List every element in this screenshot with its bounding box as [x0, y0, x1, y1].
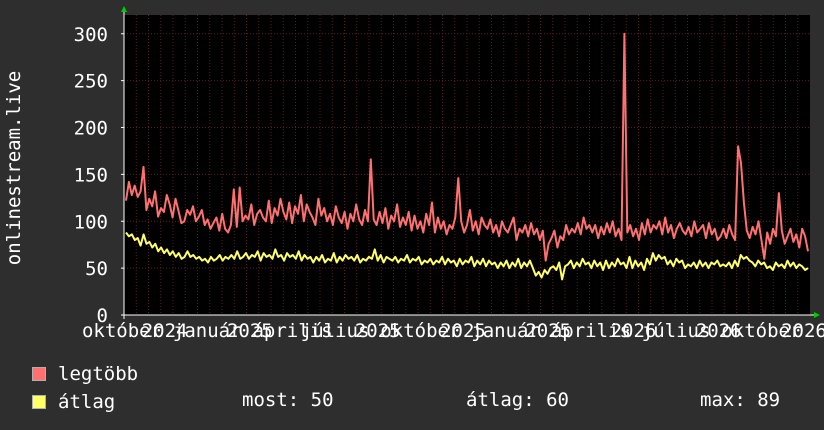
legend-swatch-max: [32, 367, 46, 381]
legend-item-max: legtöbb: [32, 363, 138, 385]
stat-avg: átlag: 60: [466, 389, 569, 411]
legend-label-avg: átlag: [58, 391, 116, 413]
stat-now: most: 50: [242, 389, 334, 411]
y-tick-label: 50: [85, 258, 108, 280]
x-axis-arrow-icon: [814, 312, 820, 318]
legend-swatch-avg: [32, 395, 46, 409]
y-axis-label: onlinestream.live: [3, 71, 25, 265]
stat-max: max: 89: [700, 389, 781, 411]
y-tick-label: 300: [74, 24, 108, 46]
y-tick-label: 200: [74, 118, 108, 140]
y-tick-label: 150: [74, 164, 108, 186]
x-tick-label: 2026: [781, 320, 824, 342]
y-tick-labels: 050100150200250300: [74, 24, 108, 327]
y-axis-arrow-icon: [121, 6, 127, 12]
y-tick-label: 250: [74, 71, 108, 93]
x-tick-labels: október2024január2025áprilisjúlius2025ok…: [82, 320, 824, 342]
legend-item-avg: átlag: [32, 391, 115, 413]
legend-label-max: legtöbb: [58, 363, 139, 385]
y-tick-label: 100: [74, 211, 108, 233]
